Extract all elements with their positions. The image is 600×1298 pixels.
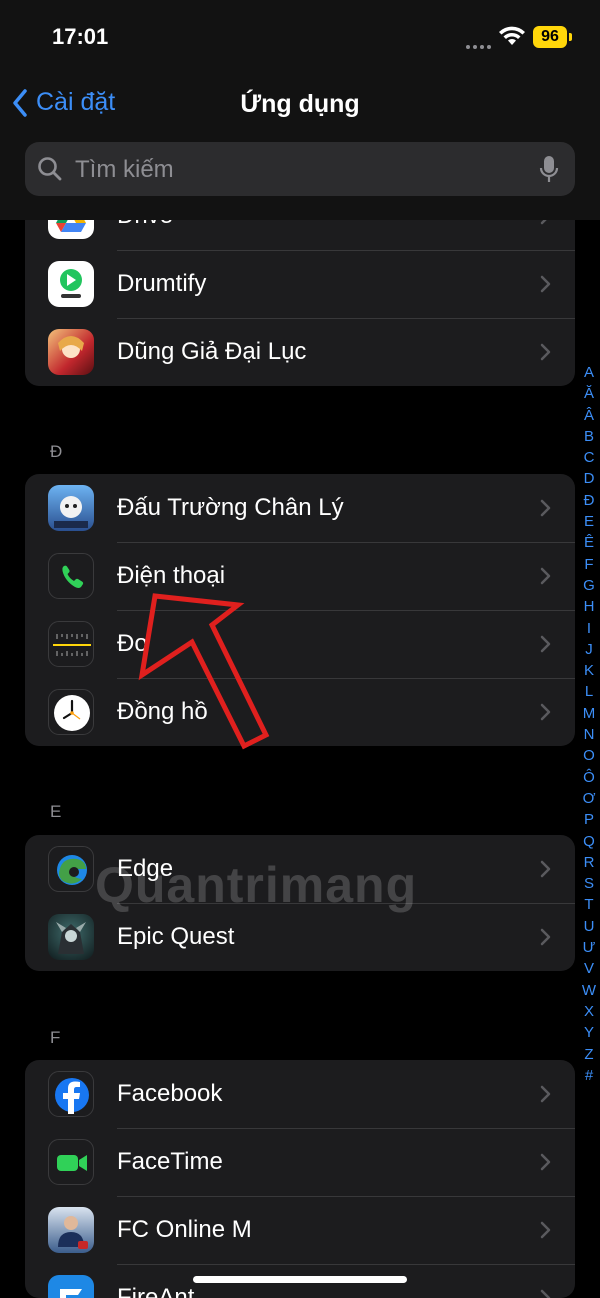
list-item-drumtify[interactable]: Drumtify [25,250,575,318]
measure-icon [48,621,94,667]
status-bar: 17:01 96 [0,0,600,80]
index-letter[interactable]: Ê [578,532,600,553]
index-letter[interactable]: Y [578,1022,600,1043]
index-letter[interactable]: U [578,916,600,937]
list-item-dung-gia-dai-luc[interactable]: Dũng Giả Đại Lục [25,318,575,386]
index-letter[interactable]: W [578,980,600,1001]
index-letter[interactable]: Z [578,1044,600,1065]
index-letter[interactable]: K [578,660,600,681]
index-letter[interactable]: T [578,894,600,915]
home-indicator[interactable] [193,1276,407,1283]
status-time: 17:01 [52,24,109,49]
section-header-e: E [50,802,62,821]
index-letter[interactable]: G [578,575,600,596]
fireant-icon [48,1275,94,1298]
search-input[interactable] [73,152,537,188]
microphone-icon[interactable] [539,155,559,185]
index-letter[interactable]: Â [578,405,600,426]
index-letter[interactable]: N [578,724,600,745]
alphabet-index[interactable]: A Ă Â B C D Đ E Ê F G H I J K L M N O Ô Ơ P Q R S T U Ư V W X Y Z # [578,362,600,1086]
index-letter[interactable]: C [578,447,600,468]
chevron-right-icon [540,635,551,653]
dau-truong-chan-ly-icon [48,485,94,531]
chevron-right-icon [540,860,551,878]
search-bar[interactable] [25,142,575,196]
clock-icon [48,689,94,735]
chevron-right-icon [540,1289,551,1298]
index-letter[interactable]: Ô [578,767,600,788]
list-item-dien-thoai[interactable]: Điện thoại [25,542,575,610]
list-item-label: FC Online M [117,1216,252,1243]
list-item-facetime[interactable]: FaceTime [25,1128,575,1196]
list-item-label: Drumtify [117,270,207,297]
index-letter[interactable]: L [578,681,600,702]
index-letter[interactable]: F [578,554,600,575]
chevron-right-icon [540,1221,551,1239]
list-item-label: Đấu Trường Chân Lý [117,494,344,521]
wifi-icon [499,26,525,45]
index-letter[interactable]: D [578,468,600,489]
list-item-fc-online-m[interactable]: FC Online M [25,1196,575,1264]
index-letter[interactable]: A [578,362,600,383]
facetime-icon [48,1139,94,1185]
drumtify-icon [48,261,94,307]
phone-icon [48,553,94,599]
index-letter[interactable]: H [578,596,600,617]
index-letter[interactable]: M [578,703,600,724]
chevron-right-icon [540,343,551,361]
section-header-dd: Đ [50,442,63,461]
index-letter[interactable]: Đ [578,490,600,511]
list-item-dau-truong-chan-ly[interactable]: Đấu Trường Chân Lý [25,474,575,542]
facebook-icon [48,1071,94,1117]
chevron-right-icon [540,567,551,585]
chevron-right-icon [540,703,551,721]
epic-quest-icon [48,914,94,960]
page-title: Ứng dụng [240,90,360,118]
list-item-facebook[interactable]: Facebook [25,1060,575,1128]
chevron-right-icon [540,928,551,946]
chevron-right-icon [540,1153,551,1171]
app-group-f: Facebook FaceTime FC Online M FireAnt [25,1060,575,1298]
list-item-dong-ho[interactable]: Đồng hồ [25,678,575,746]
list-item-label: FireAnt [117,1284,195,1298]
index-letter[interactable]: P [578,809,600,830]
annotation-arrow-icon [138,593,270,750]
chevron-right-icon [540,275,551,293]
index-letter[interactable]: X [578,1001,600,1022]
index-letter[interactable]: Ơ [578,788,600,809]
index-letter[interactable]: E [578,511,600,532]
battery-indicator: 96 [533,26,572,48]
fc-online-icon [48,1207,94,1253]
app-group-dd: Đấu Trường Chân Lý Điện thoại Đo Đồng hồ [25,474,575,746]
index-letter[interactable]: Ư [578,937,600,958]
index-letter[interactable]: Q [578,831,600,852]
chevron-right-icon [540,499,551,517]
index-letter[interactable]: Ă [578,383,600,404]
list-item-do[interactable]: Đo [25,610,575,678]
list-item-label: Dũng Giả Đại Lục [117,338,307,365]
signal-dots-icon [466,36,494,49]
chevron-right-icon [540,1085,551,1103]
watermark-logo: Quantrimang [95,857,418,913]
index-letter[interactable]: V [578,958,600,979]
index-letter[interactable]: O [578,745,600,766]
index-letter[interactable]: J [578,639,600,660]
edge-icon [48,846,94,892]
index-letter[interactable]: S [578,873,600,894]
index-letter[interactable]: I [578,618,600,639]
index-letter[interactable]: R [578,852,600,873]
dung-gia-dai-luc-icon [48,329,94,375]
search-icon [38,157,62,181]
list-item-label: FaceTime [117,1148,223,1175]
index-letter[interactable]: B [578,426,600,447]
list-item-label: Facebook [117,1080,223,1107]
section-header-f: F [50,1028,61,1047]
index-letter[interactable]: # [578,1065,600,1086]
